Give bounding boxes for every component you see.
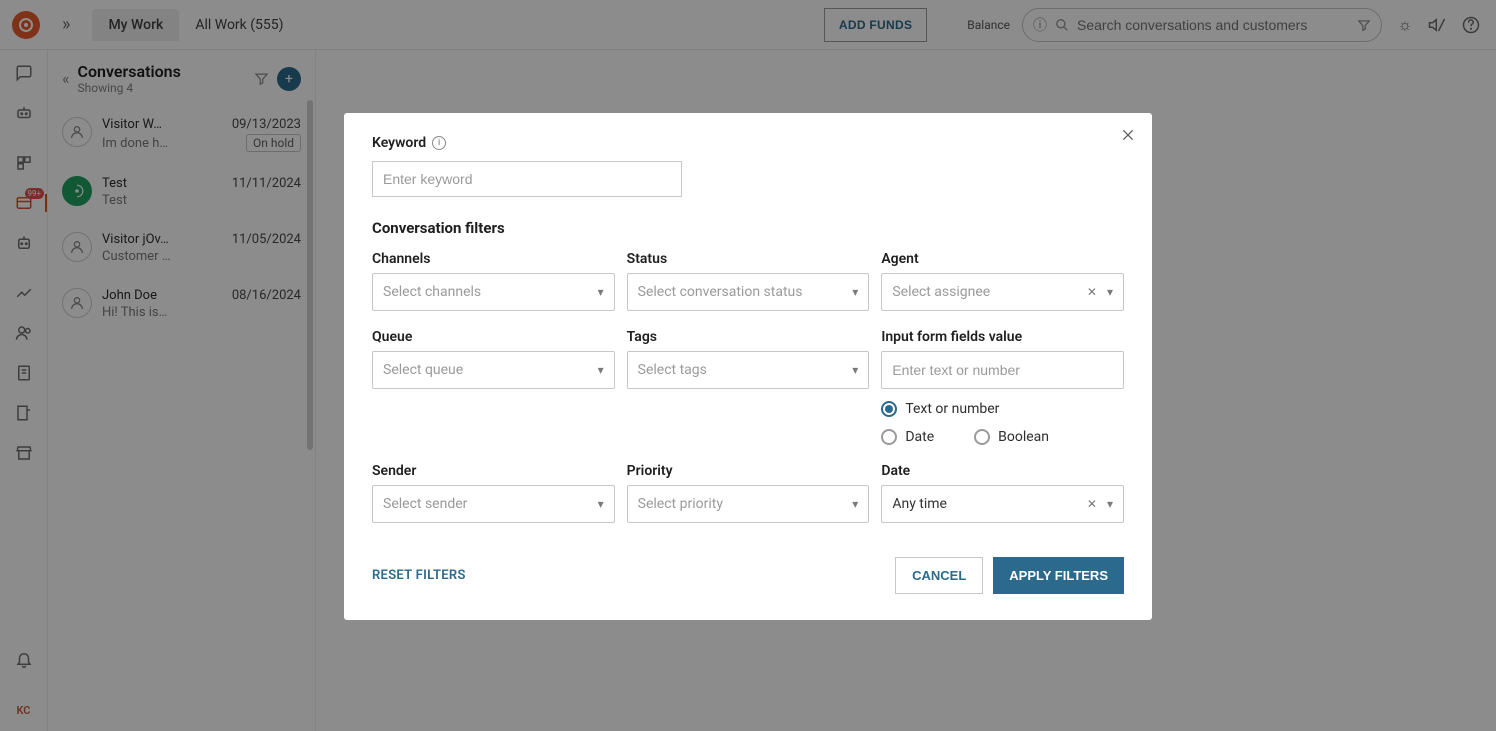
chevron-down-icon: ▾ xyxy=(852,285,858,299)
filter-grid: Channels Select channels ▾ Status Select… xyxy=(372,251,1124,523)
conversation-filters-title: Conversation filters xyxy=(372,219,1124,237)
queue-label: Queue xyxy=(372,329,615,345)
keyword-input[interactable] xyxy=(372,161,682,197)
apply-filters-button[interactable]: APPLY FILTERS xyxy=(993,557,1124,594)
info-icon[interactable]: i xyxy=(432,136,446,150)
sender-select[interactable]: Select sender ▾ xyxy=(372,485,615,523)
tags-label: Tags xyxy=(627,329,870,345)
radio-boolean[interactable]: Boolean xyxy=(974,429,1049,445)
agent-label: Agent xyxy=(881,251,1124,267)
chevron-down-icon: ▾ xyxy=(852,363,858,377)
sender-label: Sender xyxy=(372,463,615,479)
tags-select[interactable]: Select tags ▾ xyxy=(627,351,870,389)
keyword-label: Keyword i xyxy=(372,135,1124,151)
input-form-input[interactable] xyxy=(881,351,1124,389)
input-form-label: Input form fields value xyxy=(881,329,1124,345)
agent-select[interactable]: Select assignee ✕ ▾ xyxy=(881,273,1124,311)
date-label: Date xyxy=(881,463,1124,479)
cancel-button[interactable]: CANCEL xyxy=(895,557,983,594)
queue-select[interactable]: Select queue ▾ xyxy=(372,351,615,389)
modal-overlay: Keyword i Conversation filters Channels … xyxy=(0,0,1496,731)
radio-text-or-number[interactable]: Text or number xyxy=(881,401,1124,417)
channels-label: Channels xyxy=(372,251,615,267)
chevron-down-icon: ▾ xyxy=(852,497,858,511)
radio-icon xyxy=(881,429,897,445)
modal-footer: RESET FILTERS CANCEL APPLY FILTERS xyxy=(372,557,1124,594)
close-button[interactable] xyxy=(1120,127,1136,143)
radio-icon xyxy=(881,401,897,417)
clear-icon[interactable]: ✕ xyxy=(1087,497,1097,511)
radio-date[interactable]: Date xyxy=(881,429,934,445)
chevron-down-icon: ▾ xyxy=(598,497,604,511)
channels-select[interactable]: Select channels ▾ xyxy=(372,273,615,311)
clear-icon[interactable]: ✕ xyxy=(1087,285,1097,299)
priority-select[interactable]: Select priority ▾ xyxy=(627,485,870,523)
chevron-down-icon: ▾ xyxy=(598,285,604,299)
status-label: Status xyxy=(627,251,870,267)
date-select[interactable]: Any time ✕ ▾ xyxy=(881,485,1124,523)
radio-icon xyxy=(974,429,990,445)
chevron-down-icon: ▾ xyxy=(598,363,604,377)
filter-modal: Keyword i Conversation filters Channels … xyxy=(344,113,1152,620)
status-select[interactable]: Select conversation status ▾ xyxy=(627,273,870,311)
priority-label: Priority xyxy=(627,463,870,479)
chevron-down-icon: ▾ xyxy=(1107,285,1113,299)
reset-filters-link[interactable]: RESET FILTERS xyxy=(372,568,466,583)
chevron-down-icon: ▾ xyxy=(1107,497,1113,511)
